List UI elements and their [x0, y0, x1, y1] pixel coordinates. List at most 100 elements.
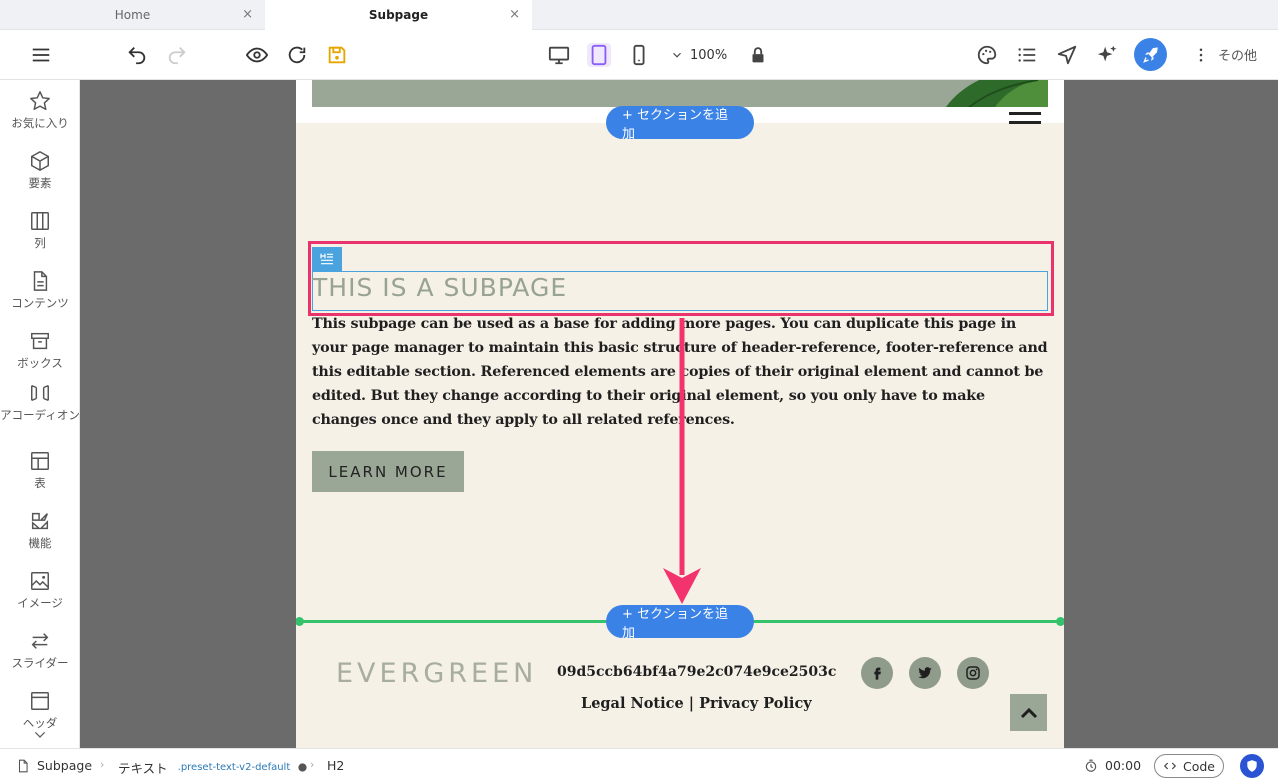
footer-logo: EVERGREEN [336, 658, 538, 689]
sidebar-item-columns[interactable]: 列 [0, 210, 79, 251]
chevron-down-icon[interactable] [32, 727, 48, 743]
timer: 00:00 [1084, 758, 1141, 773]
sidebar-item-label: ボックス [17, 356, 63, 370]
star-icon [30, 91, 50, 111]
breadcrumb-element-label: テキスト [118, 761, 168, 776]
close-icon[interactable]: × [242, 7, 253, 22]
sidebar-item-label: 列 [34, 236, 46, 250]
breadcrumb-page[interactable]: Subpage [16, 758, 92, 773]
sidebar-item-label: イメージ [17, 596, 63, 610]
preview-eye-icon[interactable] [245, 43, 269, 67]
box-icon [31, 332, 49, 350]
stopwatch-icon [1085, 759, 1097, 772]
heading-icon [320, 253, 333, 265]
code-button[interactable]: Code [1154, 754, 1224, 778]
tab-home-label: Home [114, 8, 151, 22]
accordion-icon [31, 384, 49, 402]
ai-sparkle-icon[interactable] [1095, 43, 1119, 67]
table-icon [31, 452, 49, 470]
breadcrumb-tag[interactable]: H2 [327, 758, 344, 773]
list-icon[interactable] [1015, 43, 1039, 67]
navigate-icon[interactable] [1055, 43, 1079, 67]
breadcrumb-element[interactable]: テキスト .preset-text-v2-default [118, 758, 308, 777]
instagram-icon[interactable] [957, 657, 989, 689]
lock-icon[interactable] [746, 43, 770, 67]
sidebar-item-label: アコーディオン [0, 408, 80, 422]
section-handle[interactable] [296, 617, 304, 626]
desktop-view-icon[interactable] [547, 43, 571, 67]
sidebar-item-contents[interactable]: コンテンツ [0, 270, 79, 311]
sidebar-item-label: お気に入り [11, 116, 69, 130]
close-icon[interactable]: × [509, 7, 520, 22]
save-icon[interactable] [325, 43, 349, 67]
tab-subpage-label: Subpage [368, 8, 429, 22]
tablet-view-icon[interactable] [587, 43, 611, 67]
header-icon [31, 692, 49, 710]
breadcrumb-page-label: Subpage [37, 758, 93, 773]
sidebar-item-slider[interactable]: スライダー [0, 630, 79, 671]
rocket-icon [1142, 47, 1158, 63]
add-section-button[interactable]: + セクションを追加 [606, 106, 754, 142]
status-bar: Subpage › テキスト .preset-text-v2-default ›… [0, 748, 1278, 781]
zoom-value: 100% [690, 47, 728, 63]
sidebar-item-label: 機能 [28, 536, 52, 550]
zoom-select[interactable]: 100% [670, 44, 727, 66]
more-vertical-icon [1199, 47, 1203, 62]
page-heading[interactable]: THIS IS A SUBPAGE [312, 273, 567, 302]
footer-legal-links[interactable]: Legal Notice | Privacy Policy [581, 695, 812, 712]
shield-icon[interactable] [1240, 754, 1264, 778]
breadcrumb-preset: .preset-text-v2-default [177, 762, 291, 773]
code-icon [1163, 762, 1177, 770]
columns-icon [31, 212, 49, 230]
palette-icon[interactable] [975, 43, 999, 67]
code-label: Code [1182, 758, 1215, 774]
tab-bar: Home × Subpage × [0, 0, 1278, 30]
toolbar: 100% その他 [0, 30, 1278, 80]
mobile-view-icon[interactable] [627, 43, 651, 67]
sidebar-item-image[interactable]: イメージ [0, 570, 79, 611]
features-icon [31, 512, 49, 530]
sidebar-item-features[interactable]: 機能 [0, 510, 79, 551]
timer-value: 00:00 [1105, 758, 1142, 773]
publish-rocket-button[interactable] [1134, 38, 1167, 71]
slider-icon [31, 633, 49, 649]
sidebar-item-elements[interactable]: 要素 [0, 150, 79, 191]
footer-hash-text: 09d5ccb64bf4a79e2c074e9ce2503c [557, 664, 837, 680]
twitter-icon[interactable] [909, 657, 941, 689]
body-paragraph[interactable]: This subpage can be used as a base for a… [312, 312, 1048, 432]
document-icon [33, 271, 48, 291]
chevron-up-icon [1020, 707, 1037, 718]
redo-icon[interactable] [165, 43, 189, 67]
undo-icon[interactable] [125, 43, 149, 67]
image-icon [31, 572, 49, 590]
more-label: その他 [1218, 49, 1258, 64]
sidebar-item-table[interactable]: 表 [0, 450, 79, 491]
breadcrumb-separator-icon: › [310, 758, 315, 771]
sidebar-item-label: 表 [34, 476, 46, 490]
tab-home[interactable]: Home × [0, 0, 265, 30]
tab-subpage[interactable]: Subpage × [265, 0, 532, 30]
breadcrumb-separator-icon: › [100, 758, 105, 771]
sidebar-item-label: 要素 [28, 176, 52, 190]
facebook-icon[interactable] [861, 657, 893, 689]
scroll-to-top-button[interactable] [1010, 694, 1047, 731]
page-icon [18, 759, 28, 772]
cube-icon [31, 150, 49, 172]
menu-icon[interactable] [29, 43, 53, 67]
hamburger-menu-icon[interactable] [1009, 112, 1041, 130]
heading-element-badge[interactable] [312, 247, 342, 271]
sidebar-item-label: スライダー [11, 656, 69, 670]
learn-more-button[interactable]: LEARN MORE [312, 451, 464, 492]
section-handle[interactable] [1056, 617, 1064, 626]
sidebar-item-accordion[interactable]: アコーディオン [0, 382, 80, 423]
sidebar-item-box[interactable]: ボックス [0, 330, 79, 371]
sidebar-item-favorites[interactable]: お気に入り [0, 90, 79, 131]
palette-icon [298, 763, 307, 772]
sidebar-item-label: コンテンツ [11, 296, 69, 310]
page-preview: + セクションを追加 THIS IS A SUBPAGE This subpag… [296, 80, 1064, 748]
refresh-icon[interactable] [285, 43, 309, 67]
add-section-button[interactable]: + セクションを追加 [606, 605, 754, 641]
sidebar-item-header[interactable]: ヘッダ [0, 690, 79, 731]
leaf-image-icon [946, 80, 1048, 107]
more-menu[interactable]: その他 [1192, 45, 1257, 64]
